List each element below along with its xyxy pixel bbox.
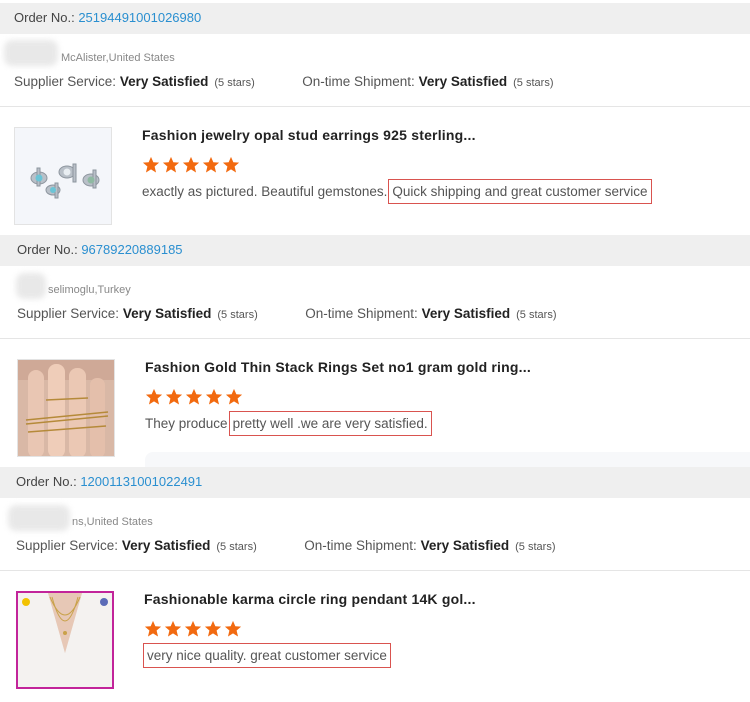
star-icon	[205, 388, 223, 405]
star-rating	[142, 156, 242, 174]
star-rating	[144, 620, 244, 638]
order-number-label: Order No.: 96789220889185	[17, 242, 183, 257]
rings-image	[18, 360, 114, 456]
seller-ratings: Supplier Service: Very Satisfied (5 stars…	[14, 74, 554, 89]
order-bar: Order No.: 12001131001022491	[0, 467, 750, 498]
star-icon	[182, 156, 200, 173]
product-title-link[interactable]: Fashion Gold Thin Stack Rings Set no1 gr…	[145, 359, 531, 375]
review-text: very nice quality. great customer servic…	[143, 643, 391, 668]
seller-ratings: Supplier Service: Very Satisfied (5 stars…	[16, 538, 556, 553]
product-thumbnail[interactable]	[17, 359, 115, 457]
buyer-name: ns,United States	[72, 516, 153, 528]
star-icon	[224, 620, 242, 637]
buyer-avatar	[4, 40, 58, 66]
star-icon	[164, 620, 182, 637]
star-icon	[184, 620, 202, 637]
review-highlight: Quick shipping and great customer servic…	[388, 179, 652, 204]
star-icon	[225, 388, 243, 405]
star-icon	[142, 156, 160, 173]
order-number-label: Order No.: 12001131001022491	[16, 474, 203, 489]
buyer-avatar	[8, 505, 70, 531]
seller-ratings: Supplier Service: Very Satisfied (5 stars…	[17, 306, 557, 321]
star-icon	[144, 620, 162, 637]
star-icon	[204, 620, 222, 637]
star-rating	[145, 388, 245, 406]
star-icon	[165, 388, 183, 405]
divider	[0, 338, 750, 339]
order-number-link[interactable]: 12001131001022491	[80, 474, 202, 489]
order-number-link[interactable]: 25194491001026980	[78, 10, 201, 25]
review-text: They produce pretty well .we are very sat…	[145, 411, 432, 436]
star-icon	[162, 156, 180, 173]
star-icon	[185, 388, 203, 405]
product-title-link[interactable]: Fashionable karma circle ring pendant 14…	[144, 591, 476, 607]
earrings-image	[15, 128, 111, 224]
divider	[0, 106, 750, 107]
product-title-link[interactable]: Fashion jewelry opal stud earrings 925 s…	[142, 127, 476, 143]
order-number-label: Order No.: 25194491001026980	[14, 10, 202, 25]
star-icon	[222, 156, 240, 173]
buyer-avatar	[16, 273, 46, 299]
review-highlight: very nice quality. great customer servic…	[143, 643, 391, 668]
necklace-image	[18, 593, 112, 687]
order-bar: Order No.: 25194491001026980	[0, 3, 750, 34]
order-number-link[interactable]: 96789220889185	[81, 242, 182, 257]
star-icon	[202, 156, 220, 173]
review-highlight: pretty well .we are very satisfied.	[228, 411, 432, 436]
star-icon	[145, 388, 163, 405]
product-thumbnail[interactable]	[16, 591, 114, 689]
divider	[0, 570, 750, 571]
buyer-name: McAlister,United States	[61, 52, 175, 64]
review-text: exactly as pictured. Beautiful gemstones…	[142, 179, 652, 204]
product-thumbnail[interactable]	[14, 127, 112, 225]
buyer-name: selimoglu,Turkey	[48, 284, 131, 296]
order-bar: Order No.: 96789220889185	[0, 235, 750, 266]
